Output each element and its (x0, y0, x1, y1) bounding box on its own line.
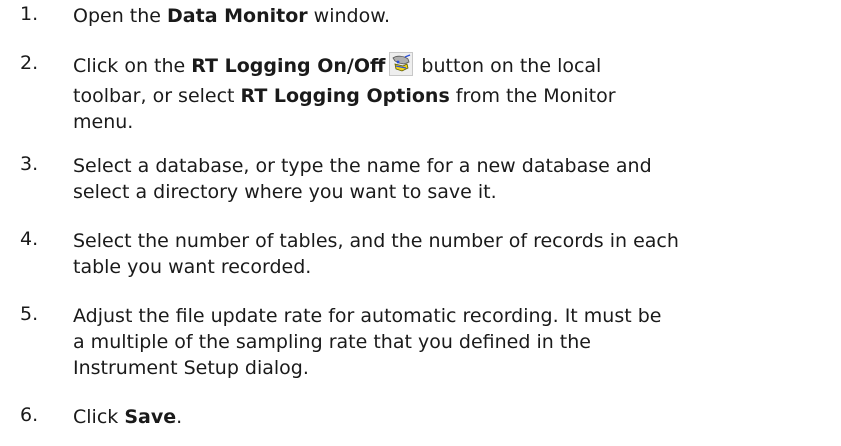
step-number: 4. (20, 228, 39, 250)
step-line: Open the Data Monitor window. (73, 3, 838, 29)
text-run: window. (307, 5, 391, 27)
step-line: toolbar, or select RT Logging Options fr… (73, 83, 838, 109)
text-run: Open the (73, 5, 168, 27)
step-line: Click on the RT Logging On/Off button on… (73, 52, 838, 83)
step-number: 3. (20, 153, 39, 175)
step-text: Adjust the file update rate for automati… (73, 303, 838, 381)
step-number: 2. (20, 52, 39, 74)
step-line: Click Save. (73, 404, 838, 430)
bold-term: RT Logging Options (240, 85, 450, 107)
bold-term: RT Logging On/Off (191, 55, 386, 77)
step-line: Select a database, or type the name for … (73, 155, 652, 177)
bold-term: Data Monitor (167, 5, 308, 27)
step-line: Instrument Setup dialog. (73, 357, 309, 379)
text-run: from the Monitor (449, 85, 616, 107)
step-text: Select the number of tables, and the num… (73, 228, 838, 280)
step-text: Click on the RT Logging On/Off button on… (73, 52, 838, 135)
rt-logging-toolbar-icon (389, 52, 414, 83)
text-run: button on the local (415, 55, 602, 77)
step-text: Open the Data Monitor window. (73, 3, 838, 29)
step-text: Select a database, or type the name for … (73, 153, 838, 205)
text-run: menu. (73, 111, 134, 133)
step-number: 1. (20, 3, 39, 25)
step-text: Click Save. (73, 404, 838, 430)
step-number: 5. (20, 303, 39, 325)
step-number: 6. (20, 404, 39, 426)
step-line: Select the number of tables, and the num… (73, 230, 679, 252)
text-run: Click on the (73, 55, 192, 77)
bold-term: Save (124, 406, 177, 428)
text-run: Click (73, 406, 125, 428)
instruction-steps: 1. Open the Data Monitor window. 2. Clic… (0, 0, 841, 446)
step-line: a multiple of the sampling rate that you… (73, 331, 591, 353)
step-line: select a directory where you want to sav… (73, 181, 497, 203)
text-run: . (176, 406, 183, 428)
step-line: menu. (73, 109, 838, 135)
step-line: Adjust the file update rate for automati… (73, 305, 662, 327)
step-line: table you want recorded. (73, 256, 312, 278)
text-run: toolbar, or select (73, 85, 241, 107)
